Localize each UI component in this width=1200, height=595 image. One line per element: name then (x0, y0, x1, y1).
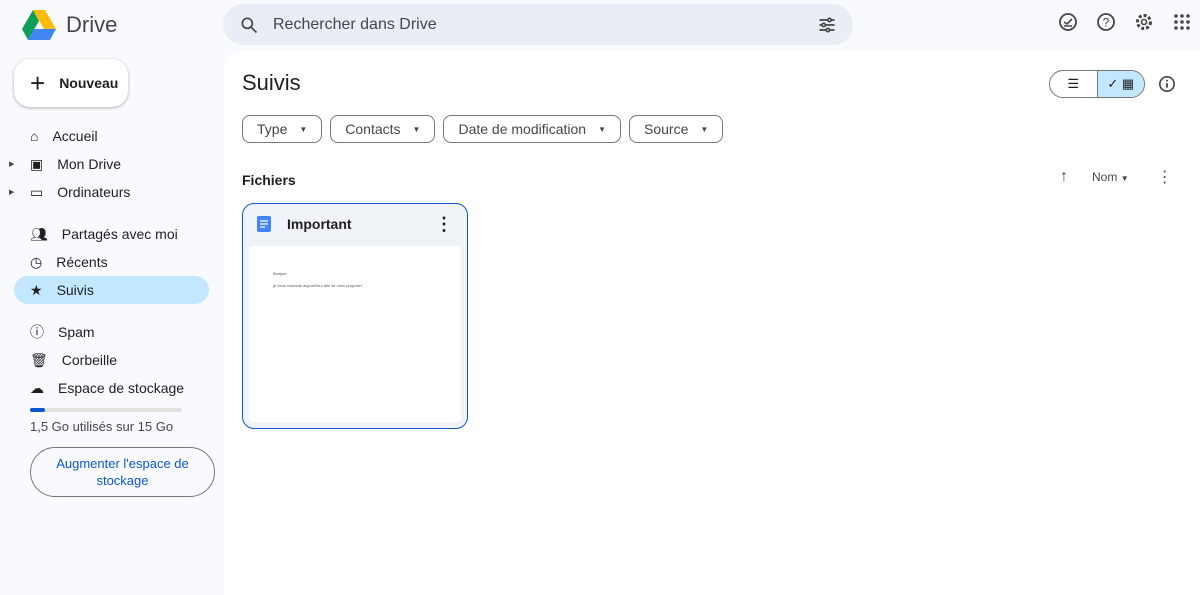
list-view-button[interactable]: ☰ (1050, 71, 1097, 97)
storage-text: 1,5 Go utilisés sur 15 Go (30, 419, 174, 434)
computers-icon: ▭ (30, 183, 44, 200)
trash-icon: 🗑︎ (30, 351, 48, 368)
sort-direction-icon[interactable]: ↑ (1060, 168, 1068, 186)
section-title: Fichiers (242, 172, 296, 188)
filter-source[interactable]: Source ▼ (629, 115, 724, 143)
list-icon: ☰ (1067, 76, 1080, 91)
help-icon[interactable]: ? (1096, 12, 1116, 32)
main-content: Suivis ☰ ✓ ▦ Type ▼ Contacts ▼ Date de mod… (224, 52, 1200, 595)
storage-bar (30, 408, 182, 412)
filter-label: Source (644, 121, 689, 137)
preview-line: je vous contacte aujourd'hui afin de vou… (273, 283, 363, 288)
sidebar-item-label: Partagés avec moi (61, 226, 178, 242)
offline-status-icon[interactable] (1058, 12, 1078, 32)
sidebar-item-label: Ordinateurs (57, 184, 131, 200)
preview-line: Bonjour (273, 271, 287, 276)
search-options-icon[interactable] (817, 15, 837, 35)
search-input[interactable]: Rechercher dans Drive (273, 16, 817, 34)
plus-icon: + (30, 67, 46, 98)
file-preview: Bonjour je vous contacte aujourd'hui afi… (249, 246, 461, 422)
spam-icon: ⓘ (30, 324, 44, 340)
sidebar-item-recents[interactable]: ◷ Récents (14, 248, 209, 276)
drive-logo-icon (22, 10, 56, 40)
filter-contacts[interactable]: Contacts ▼ (330, 115, 436, 143)
expand-caret-icon[interactable]: ▶ (9, 188, 14, 196)
upgrade-storage-button[interactable]: Augmenter l'espace de stockage (30, 447, 215, 497)
sidebar-item-ordinateurs[interactable]: ▶ ▭ Ordinateurs (9, 178, 209, 206)
sidebar-item-label: Accueil (52, 128, 98, 144)
apps-grid-icon[interactable] (1172, 12, 1192, 32)
filter-type[interactable]: Type ▼ (242, 115, 323, 143)
settings-icon[interactable] (1134, 12, 1154, 32)
sidebar-item-corbeille[interactable]: 🗑︎ Corbeille (14, 346, 209, 374)
sidebar-item-label: Corbeille (61, 352, 118, 368)
sort-field-button[interactable]: Nom ▼ (1092, 170, 1129, 184)
new-button[interactable]: + Nouveau (14, 59, 128, 107)
sidebar-item-mon-drive[interactable]: ▶ ▣ Mon Drive (9, 150, 209, 178)
search-icon (241, 17, 258, 33)
my-drive-icon: ▣ (30, 155, 44, 172)
svg-text:?: ? (1103, 16, 1110, 30)
grid-icon: ▦ (1121, 76, 1135, 91)
grid-view-button[interactable]: ✓ ▦ (1096, 71, 1144, 97)
app-name: Drive (66, 12, 118, 37)
sort-label: Nom (1092, 170, 1118, 184)
expand-caret-icon[interactable]: ▶ (9, 160, 14, 168)
filter-date[interactable]: Date de modification ▼ (443, 115, 622, 143)
file-name: Important (287, 216, 352, 232)
sidebar-item-accueil[interactable]: ⌂ Accueil (14, 122, 209, 150)
dropdown-arrow-icon: ▼ (299, 124, 308, 134)
storage-bar-fill (30, 408, 46, 412)
page-title: Suivis (242, 70, 301, 95)
star-icon: ★ (30, 281, 43, 298)
sidebar-item-label: Suivis (56, 282, 94, 298)
sidebar-item-suivis[interactable]: ★ Suivis (14, 276, 209, 304)
cloud-icon: ☁︎ (30, 379, 44, 396)
check-icon: ✓ (1107, 76, 1119, 91)
sidebar-item-partages[interactable]: 👥︎ Partagés avec moi (14, 220, 209, 248)
sidebar-item-label: Mon Drive (57, 156, 122, 172)
home-icon: ⌂ (30, 128, 39, 144)
clock-icon: ◷ (30, 253, 43, 270)
info-icon[interactable] (1157, 74, 1177, 94)
dropdown-arrow-icon: ▼ (598, 124, 607, 134)
dropdown-arrow-icon: ▼ (700, 124, 709, 134)
new-button-label: Nouveau (59, 75, 119, 91)
sidebar-item-label: Récents (56, 254, 108, 270)
dropdown-arrow-icon: ▼ (1120, 174, 1129, 183)
dropdown-arrow-icon: ▼ (412, 124, 421, 134)
sidebar-item-label: Spam (58, 324, 95, 340)
filter-label: Contacts (345, 121, 401, 137)
filter-label: Type (257, 121, 288, 137)
file-card[interactable]: Important ⋮ Bonjour je vous contacte auj… (242, 203, 468, 429)
filter-label: Date de modification (458, 121, 587, 137)
sidebar-item-label: Espace de stockage (58, 380, 185, 396)
view-toggle[interactable]: ☰ ✓ ▦ (1049, 70, 1145, 98)
shared-icon: 👥︎ (30, 225, 48, 242)
search-bar[interactable]: Rechercher dans Drive (223, 4, 853, 45)
more-options-icon[interactable]: ⋮ (1157, 167, 1173, 187)
drive-logo[interactable]: Drive (22, 10, 117, 40)
file-more-icon[interactable]: ⋮ (435, 214, 453, 235)
sidebar-item-spam[interactable]: ⓘ Spam (14, 318, 209, 346)
google-docs-icon (257, 216, 271, 232)
sidebar-item-stockage[interactable]: ☁︎ Espace de stockage (14, 374, 209, 402)
